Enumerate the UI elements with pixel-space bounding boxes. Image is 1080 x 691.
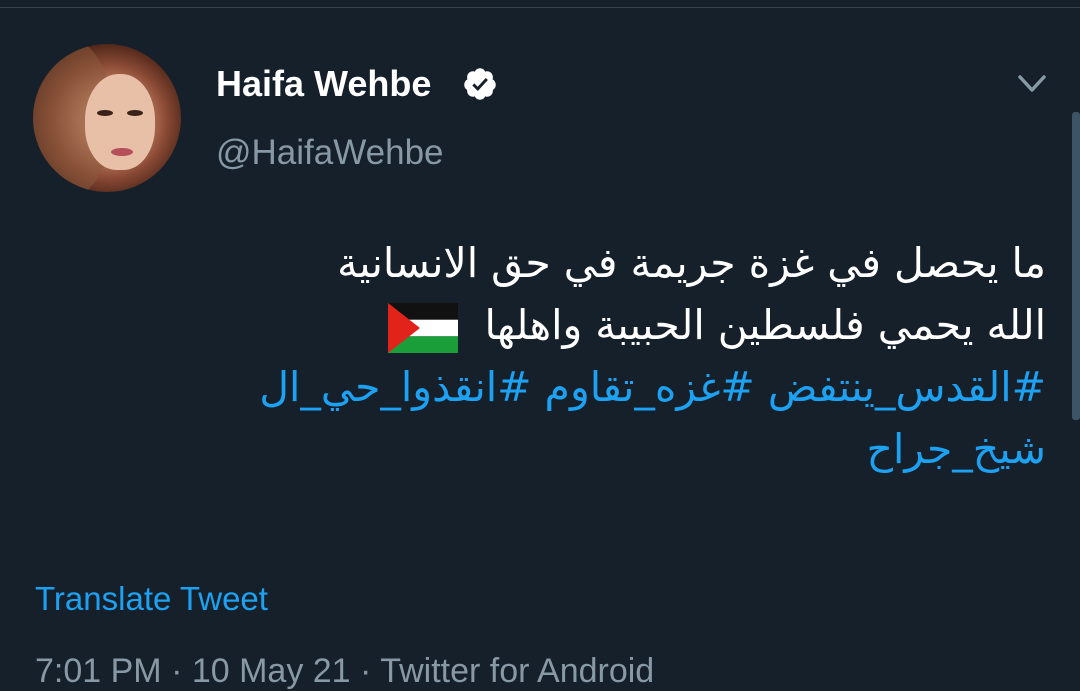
hashtag-link[interactable]: شيخ_جراح xyxy=(36,418,1046,480)
author-handle[interactable]: @HaifaWehbe xyxy=(216,133,444,173)
tweet-line: الله يحمي فلسطين الحبيبة واهلها xyxy=(36,294,1046,356)
avatar-eye xyxy=(97,110,113,116)
palestine-flag-icon xyxy=(388,303,459,353)
tweet-line: ما يحصل في غزة جريمة في حق الانسانية xyxy=(337,239,1046,287)
avatar-lips xyxy=(111,148,133,156)
verified-badge-icon xyxy=(464,68,496,100)
tweet-timestamp: 7:01 PM · 10 May 21 · Twitter for Androi… xyxy=(35,652,655,690)
profile-avatar[interactable] xyxy=(33,44,181,192)
tweet-text: ما يحصل في غزة جريمة في حق الانسانية الل… xyxy=(36,232,1046,480)
hashtag-link[interactable]: #القدس_ينتفض #غزه_تقاوم #انقذوا_حي_ال xyxy=(36,356,1046,418)
translate-tweet-link[interactable]: Translate Tweet xyxy=(35,580,268,618)
author-name[interactable]: Haifa Wehbe xyxy=(216,63,431,105)
chevron-down-icon[interactable] xyxy=(1012,66,1052,102)
tweet-line-text: الله يحمي فلسطين الحبيبة واهلها xyxy=(484,301,1046,349)
top-divider xyxy=(0,7,1080,8)
scrollbar[interactable] xyxy=(1072,112,1080,420)
avatar-eye xyxy=(127,110,143,116)
